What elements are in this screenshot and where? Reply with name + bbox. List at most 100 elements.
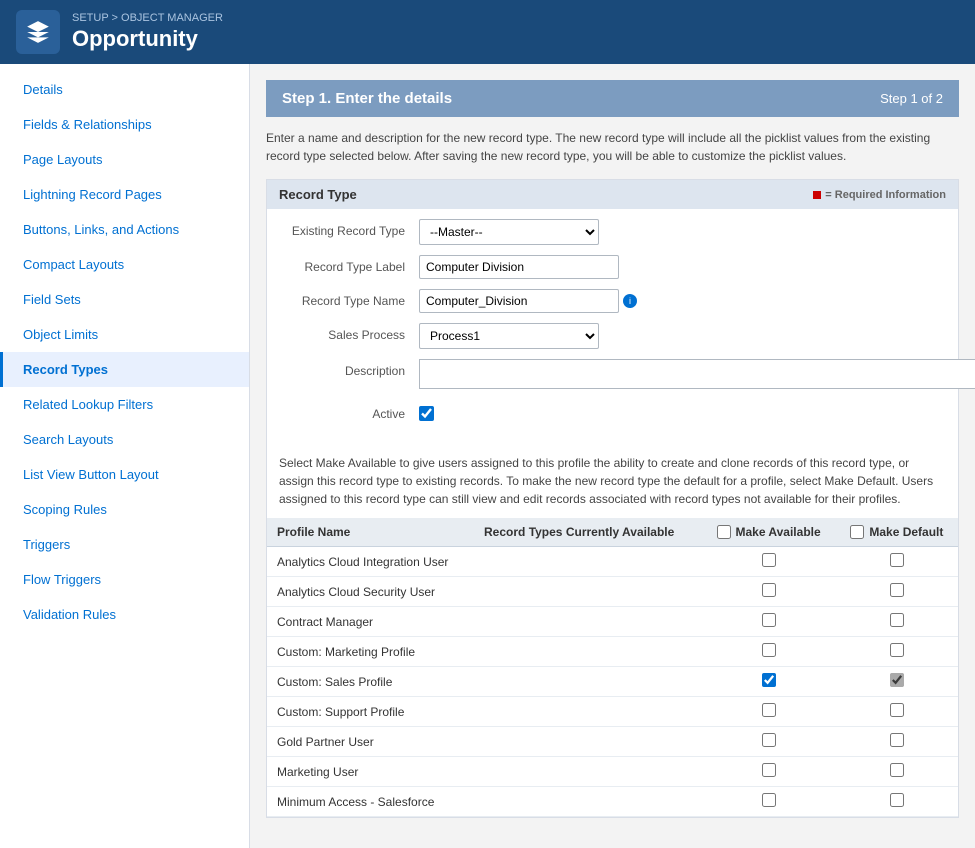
make-available-checkbox[interactable] bbox=[762, 733, 776, 747]
profile-name-cell: Minimum Access - Salesforce bbox=[267, 787, 474, 817]
active-label: Active bbox=[279, 402, 419, 421]
make-available-cell bbox=[701, 667, 835, 697]
existing-record-type-row: Existing Record Type --Master-- bbox=[267, 219, 958, 245]
make-available-checkbox[interactable] bbox=[762, 613, 776, 627]
table-row: Marketing User bbox=[267, 757, 958, 787]
breadcrumb-object-manager-link[interactable]: OBJECT MANAGER bbox=[121, 12, 223, 24]
make-default-checkbox[interactable] bbox=[890, 643, 904, 657]
sales-process-select[interactable]: Process1 bbox=[419, 323, 599, 349]
active-checkbox[interactable] bbox=[419, 406, 434, 421]
sidebar-item-validation-rules[interactable]: Validation Rules bbox=[0, 597, 249, 632]
profile-name-cell: Gold Partner User bbox=[267, 727, 474, 757]
existing-record-type-select[interactable]: --Master-- bbox=[419, 219, 599, 245]
sidebar-item-object-limits[interactable]: Object Limits bbox=[0, 317, 249, 352]
profile-table: Profile Name Record Types Currently Avai… bbox=[267, 518, 958, 817]
record-type-name-value: i bbox=[419, 289, 946, 313]
record-type-label-value bbox=[419, 255, 946, 279]
make-default-checkbox[interactable] bbox=[890, 553, 904, 567]
sidebar-item-details[interactable]: Details bbox=[0, 72, 249, 107]
make-default-header-checkbox[interactable] bbox=[850, 525, 864, 539]
make-default-cell bbox=[836, 577, 958, 607]
record-types-available-cell bbox=[474, 697, 701, 727]
make-available-cell bbox=[701, 757, 835, 787]
make-available-checkbox[interactable] bbox=[762, 553, 776, 567]
make-default-checkbox[interactable] bbox=[890, 673, 904, 687]
sidebar-item-flow-triggers[interactable]: Flow Triggers bbox=[0, 562, 249, 597]
record-types-available-cell bbox=[474, 607, 701, 637]
sidebar-item-fields-relationships[interactable]: Fields & Relationships bbox=[0, 107, 249, 142]
record-types-available-cell bbox=[474, 577, 701, 607]
make-available-checkbox[interactable] bbox=[762, 673, 776, 687]
col-make-default: Make Default bbox=[836, 518, 958, 547]
description-value bbox=[419, 359, 975, 392]
make-default-checkbox[interactable] bbox=[890, 793, 904, 807]
sidebar-item-buttons-links-actions[interactable]: Buttons, Links, and Actions bbox=[0, 212, 249, 247]
make-available-cell bbox=[701, 637, 835, 667]
page-header: SETUP > OBJECT MANAGER Opportunity bbox=[0, 0, 975, 64]
make-available-cell bbox=[701, 547, 835, 577]
active-row: Active bbox=[267, 402, 958, 424]
record-type-name-input[interactable] bbox=[419, 289, 619, 313]
record-types-available-cell bbox=[474, 787, 701, 817]
description-label: Description bbox=[279, 359, 419, 378]
sidebar-item-list-view-button-layout[interactable]: List View Button Layout bbox=[0, 457, 249, 492]
info-icon[interactable]: i bbox=[623, 294, 637, 308]
profile-description: Select Make Available to give users assi… bbox=[279, 454, 946, 508]
col-record-types-available: Record Types Currently Available bbox=[474, 518, 701, 547]
active-value bbox=[419, 402, 946, 424]
table-row: Custom: Marketing Profile bbox=[267, 637, 958, 667]
make-default-cell bbox=[836, 727, 958, 757]
profile-name-cell: Analytics Cloud Integration User bbox=[267, 547, 474, 577]
make-default-cell bbox=[836, 607, 958, 637]
main-layout: DetailsFields & RelationshipsPage Layout… bbox=[0, 64, 975, 848]
step-indicator: Step 1 of 2 bbox=[880, 91, 943, 106]
make-default-cell bbox=[836, 547, 958, 577]
sales-process-label: Sales Process bbox=[279, 323, 419, 342]
record-types-available-cell bbox=[474, 637, 701, 667]
make-default-checkbox[interactable] bbox=[890, 583, 904, 597]
make-available-checkbox[interactable] bbox=[762, 583, 776, 597]
header-text-block: SETUP > OBJECT MANAGER Opportunity bbox=[72, 12, 223, 52]
table-row: Gold Partner User bbox=[267, 727, 958, 757]
description-textarea[interactable] bbox=[419, 359, 975, 389]
table-row: Custom: Support Profile bbox=[267, 697, 958, 727]
step-description: Enter a name and description for the new… bbox=[266, 129, 959, 165]
sidebar-item-search-layouts[interactable]: Search Layouts bbox=[0, 422, 249, 457]
main-content: Step 1. Enter the details Step 1 of 2 En… bbox=[250, 64, 975, 848]
record-type-name-label: Record Type Name bbox=[279, 289, 419, 308]
profile-name-cell: Custom: Marketing Profile bbox=[267, 637, 474, 667]
sidebar-item-lightning-record-pages[interactable]: Lightning Record Pages bbox=[0, 177, 249, 212]
sales-process-value: Process1 bbox=[419, 323, 946, 349]
step-title: Step 1. Enter the details bbox=[282, 90, 452, 107]
sidebar-item-scoping-rules[interactable]: Scoping Rules bbox=[0, 492, 249, 527]
make-available-checkbox[interactable] bbox=[762, 643, 776, 657]
sidebar-item-compact-layouts[interactable]: Compact Layouts bbox=[0, 247, 249, 282]
col-make-available: Make Available bbox=[701, 518, 835, 547]
make-available-checkbox[interactable] bbox=[762, 703, 776, 717]
sidebar-item-page-layouts[interactable]: Page Layouts bbox=[0, 142, 249, 177]
make-default-checkbox[interactable] bbox=[890, 703, 904, 717]
make-default-cell bbox=[836, 757, 958, 787]
record-type-section: Record Type = Required Information Exist… bbox=[266, 179, 959, 818]
make-available-cell bbox=[701, 607, 835, 637]
sidebar-item-triggers[interactable]: Triggers bbox=[0, 527, 249, 562]
make-default-checkbox[interactable] bbox=[890, 613, 904, 627]
sidebar-item-related-lookup-filters[interactable]: Related Lookup Filters bbox=[0, 387, 249, 422]
col-profile-name: Profile Name bbox=[267, 518, 474, 547]
sidebar-item-field-sets[interactable]: Field Sets bbox=[0, 282, 249, 317]
make-default-cell bbox=[836, 637, 958, 667]
make-available-header-checkbox[interactable] bbox=[717, 525, 731, 539]
layers-icon bbox=[25, 19, 51, 45]
make-available-checkbox[interactable] bbox=[762, 793, 776, 807]
table-row: Contract Manager bbox=[267, 607, 958, 637]
make-available-checkbox[interactable] bbox=[762, 763, 776, 777]
table-row: Custom: Sales Profile bbox=[267, 667, 958, 697]
make-default-cell bbox=[836, 667, 958, 697]
record-type-label-row: Record Type Label bbox=[267, 255, 958, 279]
make-default-checkbox[interactable] bbox=[890, 733, 904, 747]
sidebar-item-record-types[interactable]: Record Types bbox=[0, 352, 249, 387]
make-default-cell bbox=[836, 697, 958, 727]
record-type-label-input[interactable] bbox=[419, 255, 619, 279]
record-type-section-header: Record Type = Required Information bbox=[267, 180, 958, 209]
make-default-checkbox[interactable] bbox=[890, 763, 904, 777]
